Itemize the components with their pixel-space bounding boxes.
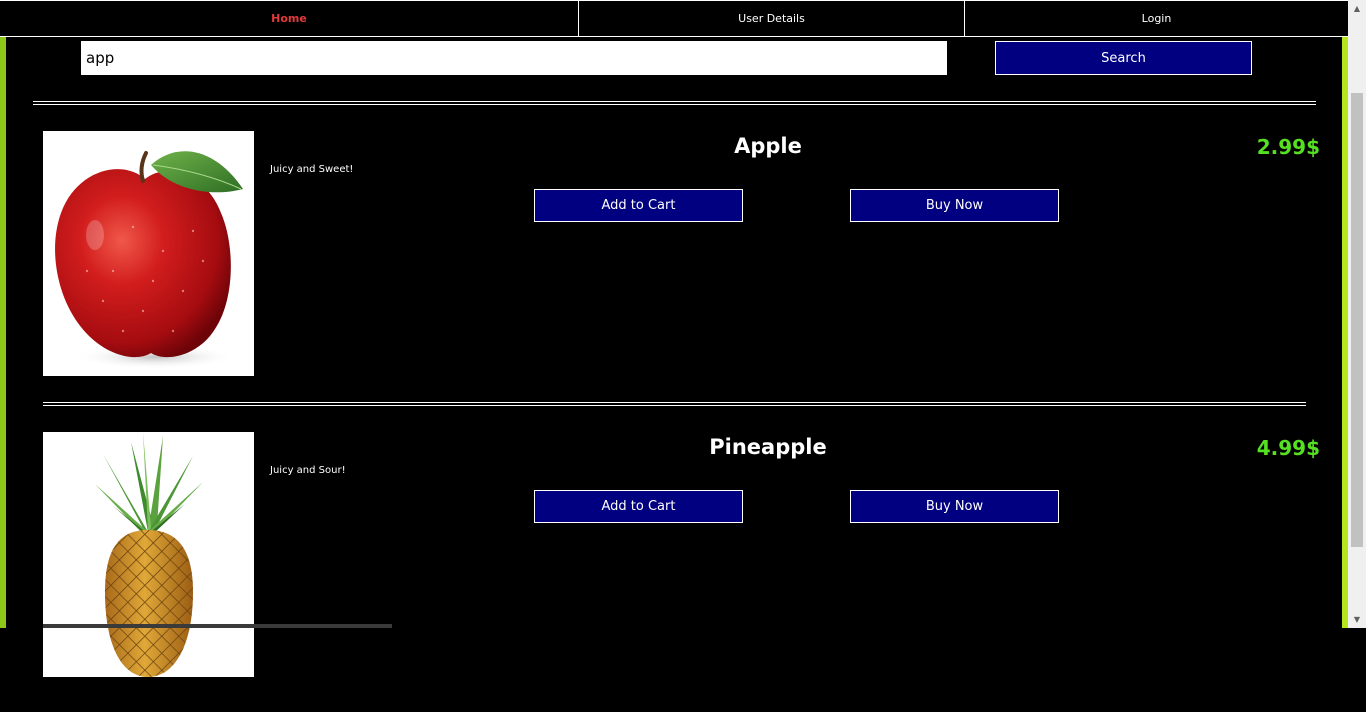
- product-description: Juicy and Sweet!: [270, 164, 354, 175]
- apple-image: [43, 131, 254, 376]
- nav-login-link[interactable]: Login: [964, 0, 1348, 36]
- search-button[interactable]: Search: [995, 41, 1252, 75]
- product-price: 4.99$: [1256, 436, 1320, 460]
- add-to-cart-button[interactable]: Add to Cart: [534, 490, 743, 523]
- product-name: Apple: [734, 134, 802, 158]
- pineapple-image: [43, 432, 254, 677]
- nav-home-link[interactable]: Home: [0, 0, 578, 36]
- product-name: Pineapple: [709, 435, 827, 459]
- divider: [33, 101, 1316, 105]
- search-input[interactable]: [81, 41, 947, 75]
- product-description: Juicy and Sour!: [270, 465, 346, 476]
- buy-now-button[interactable]: Buy Now: [850, 490, 1059, 523]
- add-to-cart-button[interactable]: Add to Cart: [534, 189, 743, 222]
- scrollbar-thumb[interactable]: [1351, 93, 1363, 547]
- product-card-pineapple: Pineapple Juicy and Sour! 4.99$ Add to C…: [0, 432, 1342, 712]
- product-card-apple: Apple Juicy and Sweet! 2.99$ Add to Cart…: [0, 131, 1342, 411]
- divider: [43, 402, 1306, 406]
- product-price: 2.99$: [1256, 135, 1320, 159]
- nav-user-details-link[interactable]: User Details: [578, 0, 964, 36]
- scroll-up-arrow-icon[interactable]: ▲: [1348, 0, 1366, 17]
- buy-now-button[interactable]: Buy Now: [850, 189, 1059, 222]
- horizontal-scroll-indicator: [43, 624, 392, 628]
- scroll-down-arrow-icon[interactable]: ▼: [1348, 611, 1366, 628]
- page-scrollbar[interactable]: ▲ ▼: [1348, 0, 1366, 628]
- top-nav: Home User Details Login: [0, 0, 1348, 37]
